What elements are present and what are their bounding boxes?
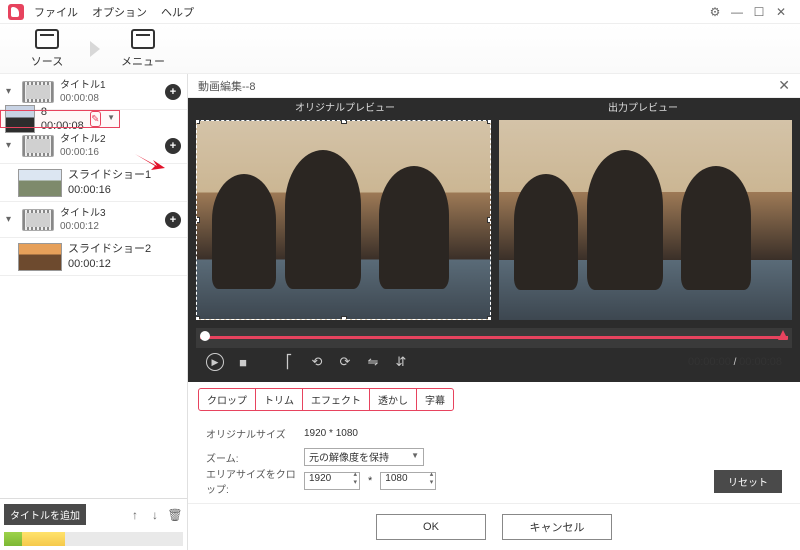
editor-panel: 動画編集--8 ✕ オリジナルプレビュー 出力プレビュー [188, 74, 800, 550]
edit-clip-button[interactable]: ✎ [90, 111, 101, 127]
title-thumb-icon [22, 81, 54, 103]
tab-source-label: ソース [31, 53, 63, 69]
title-name: タイトル2 [60, 133, 159, 146]
clip-thumbnail [5, 105, 35, 133]
title-thumb-icon [22, 209, 54, 231]
playback-controls: ▶ ■ ⎡ ⟲ ⟳ ⇋ ⇵ 00:00:00 / 00:00:08 [196, 348, 792, 376]
delete-icon[interactable]: 🗑 [167, 507, 183, 523]
sidebar-footer: タイトルを追加 ↑ ↓ 🗑 [0, 498, 187, 530]
editor-close-button[interactable]: ✕ [778, 77, 790, 94]
crop-width-input[interactable]: 1920 [304, 472, 360, 490]
clip-row[interactable]: スライドショー200:00:12 [0, 238, 187, 276]
stop-button[interactable]: ■ [234, 353, 252, 371]
editor-title: 動画編集--8 [198, 78, 778, 94]
rotate-right-icon[interactable]: ⟳ [336, 353, 354, 371]
clip-thumbnail [18, 243, 62, 271]
output-preview [499, 120, 792, 320]
tab-effect[interactable]: エフェクト [302, 388, 370, 411]
clip-name: スライドショー1 [68, 168, 181, 182]
value-original-size: 1920 * 1080 [304, 428, 358, 439]
dialog-buttons: OK キャンセル [188, 503, 800, 550]
caret-down-icon[interactable]: ▾ [6, 214, 16, 225]
end-marker-icon[interactable] [778, 330, 788, 340]
clip-duration: 00:00:16 [68, 183, 181, 197]
clip-thumbnail [18, 169, 62, 197]
caret-down-icon[interactable]: ▾ [6, 86, 16, 97]
time-display: 00:00:00 / 00:00:08 [688, 356, 782, 368]
label-output-preview: 出力プレビュー [494, 98, 792, 120]
label-crop-area: エリアサイズをクロップ: [206, 466, 296, 496]
title-thumb-icon [22, 135, 54, 157]
add-clip-button[interactable]: + [165, 138, 181, 154]
move-down-icon[interactable]: ↓ [147, 507, 163, 523]
title-duration: 00:00:08 [60, 92, 159, 105]
play-button[interactable]: ▶ [206, 353, 224, 371]
label-original-preview: オリジナルプレビュー [196, 98, 494, 120]
title-name: タイトル3 [60, 207, 159, 220]
maximize-button[interactable]: ☐ [748, 4, 770, 20]
add-clip-button[interactable]: + [165, 84, 181, 100]
ok-button[interactable]: OK [376, 514, 486, 540]
tab-crop[interactable]: クロップ [198, 388, 256, 411]
cancel-button[interactable]: キャンセル [502, 514, 612, 540]
original-preview[interactable] [196, 120, 491, 320]
label-zoom: ズーム: [206, 450, 296, 465]
sidebar: ▾ タイトル100:00:08 + 800:00:08 ✎ ▾ タイトル200:… [0, 74, 188, 550]
main-tabs: ソース メニュー [0, 24, 800, 74]
playhead[interactable] [200, 331, 210, 341]
clip-row[interactable]: スライドショー100:00:16 [0, 164, 187, 202]
add-clip-button[interactable]: + [165, 212, 181, 228]
title-row[interactable]: ▾ タイトル300:00:12 + [0, 202, 187, 238]
flip-vertical-icon[interactable]: ⇵ [392, 353, 410, 371]
add-title-button[interactable]: タイトルを追加 [4, 504, 86, 525]
crop-height-input[interactable]: 1080 [380, 472, 436, 490]
close-button[interactable]: ✕ [770, 4, 792, 20]
tab-trim[interactable]: トリム [255, 388, 303, 411]
preview-zone: オリジナルプレビュー 出力プレビュー [188, 98, 800, 382]
reset-button[interactable]: リセット [714, 470, 782, 493]
minimize-button[interactable]: — [726, 4, 748, 20]
storage-bar [4, 532, 183, 546]
caret-down-icon[interactable]: ▾ [6, 140, 16, 151]
menu-file[interactable]: ファイル [34, 4, 78, 20]
tab-menu-label: メニュー [121, 53, 165, 69]
editor-header: 動画編集--8 ✕ [188, 74, 800, 98]
title-name: タイトル1 [60, 79, 159, 92]
mark-in-icon[interactable]: ⎡ [280, 353, 298, 371]
crop-form: オリジナルサイズ 1920 * 1080 ズーム: 元の解像度を保持 エリアサイ… [188, 417, 800, 497]
tab-source[interactable]: ソース [12, 29, 82, 69]
title-duration: 00:00:16 [60, 146, 159, 159]
clip-duration: 00:00:08 [41, 119, 84, 133]
source-icon [35, 29, 59, 49]
zoom-select[interactable]: 元の解像度を保持 [304, 448, 424, 466]
tab-watermark[interactable]: 透かし [369, 388, 417, 411]
tab-subtitle[interactable]: 字幕 [416, 388, 454, 411]
chevron-right-icon [90, 41, 100, 57]
clip-row-selected[interactable]: 800:00:08 ✎ [0, 110, 120, 128]
clip-duration: 00:00:12 [68, 257, 181, 271]
tab-menu[interactable]: メニュー [108, 29, 178, 69]
title-row[interactable]: ▾ タイトル200:00:16 + [0, 128, 187, 164]
settings-icon[interactable]: ⚙ [704, 4, 726, 20]
app-logo-icon [8, 4, 24, 20]
menu-help[interactable]: ヘルプ [161, 4, 194, 20]
move-up-icon[interactable]: ↑ [127, 507, 143, 523]
clip-name: 8 [41, 105, 84, 119]
rotate-left-icon[interactable]: ⟲ [308, 353, 326, 371]
menu-option[interactable]: オプション [92, 4, 147, 20]
menu-icon [131, 29, 155, 49]
label-original-size: オリジナルサイズ [206, 426, 296, 441]
clip-name: スライドショー2 [68, 242, 181, 256]
title-duration: 00:00:12 [60, 220, 159, 233]
editor-tabs: クロップ トリム エフェクト 透かし 字幕 [188, 382, 800, 417]
timeline[interactable] [196, 328, 792, 348]
menubar: ファイル オプション ヘルプ ⚙ — ☐ ✕ [0, 0, 800, 24]
multiply-symbol: * [368, 475, 372, 487]
flip-horizontal-icon[interactable]: ⇋ [364, 353, 382, 371]
